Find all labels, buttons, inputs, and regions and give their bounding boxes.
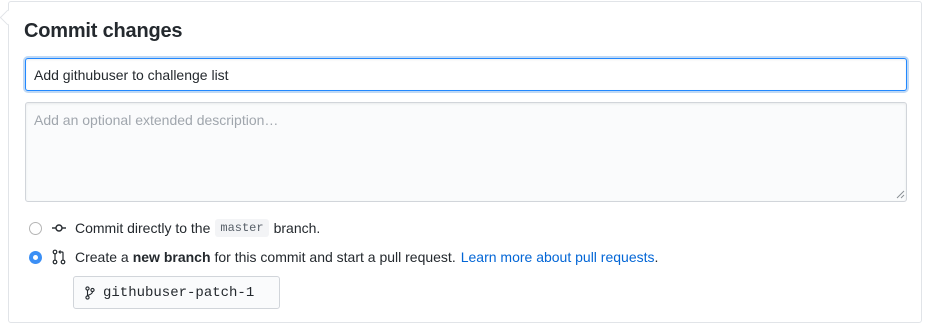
branch-name-field[interactable] <box>73 276 280 309</box>
learn-more-link[interactable]: Learn more about pull requests <box>461 249 655 265</box>
git-pull-request-icon <box>52 249 66 265</box>
option-new-trailing: . <box>654 249 659 265</box>
branch-name-input[interactable] <box>103 284 273 301</box>
option-direct-prefix: Commit directly to the <box>75 220 211 236</box>
radio-commit-directly[interactable] <box>29 221 42 235</box>
option-new-emphasis: new branch <box>132 249 211 265</box>
commit-summary-input[interactable] <box>25 58 907 91</box>
option-new-suffix: for this commit and start a pull request… <box>214 249 456 265</box>
git-commit-icon <box>52 224 66 232</box>
resize-handle-icon[interactable] <box>896 190 905 199</box>
master-branch-code: master <box>215 219 269 237</box>
option-commit-directly[interactable]: Commit directly to the master branch. <box>26 217 320 239</box>
commit-description-textarea[interactable] <box>25 102 907 202</box>
radio-new-branch[interactable] <box>29 250 42 264</box>
option-direct-suffix: branch. <box>273 220 321 236</box>
page-title: Commit changes <box>24 20 183 42</box>
option-new-prefix: Create a <box>75 249 129 265</box>
option-new-branch[interactable]: Create a new branch for this commit and … <box>26 246 658 268</box>
git-branch-icon <box>85 285 95 300</box>
